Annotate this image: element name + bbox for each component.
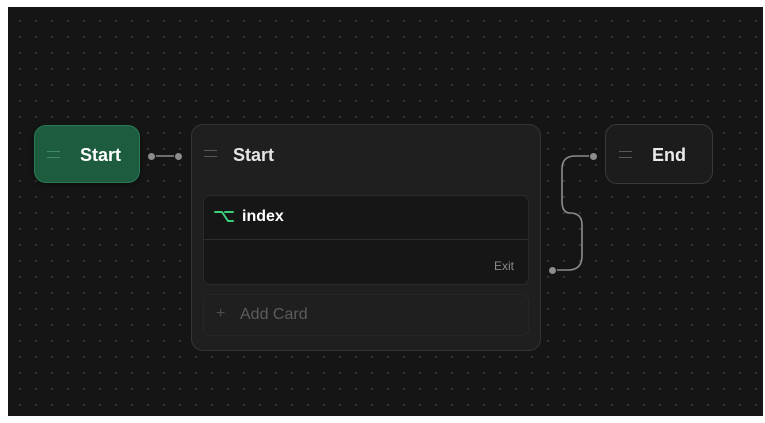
plus-icon: + [216, 305, 226, 322]
drag-handle-icon[interactable] [619, 151, 632, 158]
drag-handle-icon[interactable] [47, 151, 60, 158]
branch-icon [214, 211, 234, 222]
card-header[interactable]: index [204, 196, 528, 240]
end-node[interactable]: End [605, 124, 713, 184]
card-node-input-port[interactable] [174, 152, 183, 161]
exit-label: Exit [493, 259, 514, 273]
index-card[interactable]: index Exit [203, 195, 529, 285]
start-node-title: Start [80, 145, 122, 165]
add-card-label: Add Card [240, 306, 308, 323]
card-node-title: Start [233, 145, 275, 165]
start-node-output-port[interactable] [147, 152, 156, 161]
card-label: index [242, 208, 284, 225]
flow-canvas[interactable]: Start Start index Exit + Add Card End [8, 7, 763, 416]
exit-output-port[interactable] [548, 266, 557, 275]
end-node-input-port[interactable] [589, 152, 598, 161]
end-node-title: End [652, 145, 686, 165]
add-card-button[interactable]: + Add Card [203, 294, 529, 336]
drag-handle-icon[interactable] [204, 150, 217, 157]
start-node[interactable]: Start [34, 125, 140, 183]
edge-exit-to-end [553, 155, 593, 271]
card-node[interactable]: Start index Exit + Add Card [191, 124, 541, 351]
